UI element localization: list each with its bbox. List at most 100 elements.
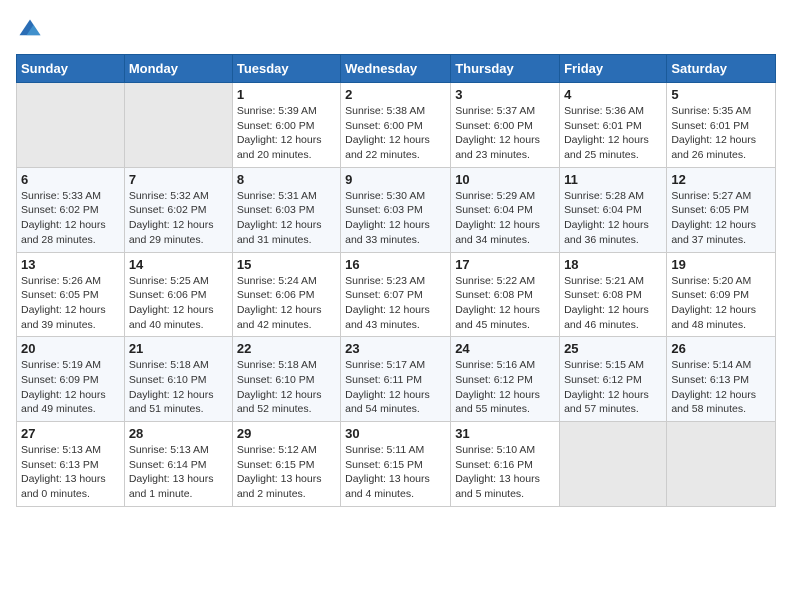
day-number: 6 [21, 172, 120, 187]
calendar-week-row: 13Sunrise: 5:26 AMSunset: 6:05 PMDayligh… [17, 252, 776, 337]
page-header [16, 16, 776, 44]
day-number: 19 [671, 257, 771, 272]
day-number: 31 [455, 426, 555, 441]
calendar-day-cell: 31 Sunrise: 5:10 AMSunset: 6:16 PMDayligh… [451, 422, 560, 507]
day-info: Sunrise: 5:13 AMSunset: 6:13 PMDaylight:… [21, 443, 120, 502]
day-number: 29 [237, 426, 336, 441]
calendar-header: SundayMondayTuesdayWednesdayThursdayFrid… [17, 55, 776, 83]
day-info: Sunrise: 5:23 AMSunset: 6:07 PMDaylight:… [345, 274, 446, 333]
day-number: 9 [345, 172, 446, 187]
day-number: 13 [21, 257, 120, 272]
day-number: 27 [21, 426, 120, 441]
day-info: Sunrise: 5:32 AMSunset: 6:02 PMDaylight:… [129, 189, 228, 248]
calendar-day-cell: 15 Sunrise: 5:24 AMSunset: 6:06 PMDayligh… [232, 252, 340, 337]
day-info: Sunrise: 5:14 AMSunset: 6:13 PMDaylight:… [671, 358, 771, 417]
calendar-day-cell: 24 Sunrise: 5:16 AMSunset: 6:12 PMDayligh… [451, 337, 560, 422]
day-number: 20 [21, 341, 120, 356]
day-number: 23 [345, 341, 446, 356]
day-info: Sunrise: 5:24 AMSunset: 6:06 PMDaylight:… [237, 274, 336, 333]
day-info: Sunrise: 5:25 AMSunset: 6:06 PMDaylight:… [129, 274, 228, 333]
day-info: Sunrise: 5:30 AMSunset: 6:03 PMDaylight:… [345, 189, 446, 248]
day-info: Sunrise: 5:10 AMSunset: 6:16 PMDaylight:… [455, 443, 555, 502]
calendar-week-row: 27 Sunrise: 5:13 AMSunset: 6:13 PMDayligh… [17, 422, 776, 507]
calendar-day-cell: 26Sunrise: 5:14 AMSunset: 6:13 PMDayligh… [667, 337, 776, 422]
calendar-week-row: 1 Sunrise: 5:39 AMSunset: 6:00 PMDaylight… [17, 83, 776, 168]
calendar-day-cell: 6Sunrise: 5:33 AMSunset: 6:02 PMDaylight… [17, 167, 125, 252]
calendar-day-cell: 7 Sunrise: 5:32 AMSunset: 6:02 PMDaylight… [124, 167, 232, 252]
calendar-day-cell [124, 83, 232, 168]
day-number: 7 [129, 172, 228, 187]
day-info: Sunrise: 5:18 AMSunset: 6:10 PMDaylight:… [237, 358, 336, 417]
weekday-header-row: SundayMondayTuesdayWednesdayThursdayFrid… [17, 55, 776, 83]
day-info: Sunrise: 5:20 AMSunset: 6:09 PMDaylight:… [671, 274, 771, 333]
day-info: Sunrise: 5:38 AMSunset: 6:00 PMDaylight:… [345, 104, 446, 163]
weekday-header-thursday: Thursday [451, 55, 560, 83]
weekday-header-wednesday: Wednesday [341, 55, 451, 83]
calendar-day-cell: 29 Sunrise: 5:12 AMSunset: 6:15 PMDayligh… [232, 422, 340, 507]
day-info: Sunrise: 5:18 AMSunset: 6:10 PMDaylight:… [129, 358, 228, 417]
day-info: Sunrise: 5:12 AMSunset: 6:15 PMDaylight:… [237, 443, 336, 502]
day-number: 16 [345, 257, 446, 272]
calendar-day-cell: 1 Sunrise: 5:39 AMSunset: 6:00 PMDaylight… [232, 83, 340, 168]
calendar-day-cell: 9 Sunrise: 5:30 AMSunset: 6:03 PMDaylight… [341, 167, 451, 252]
calendar-day-cell [667, 422, 776, 507]
weekday-header-monday: Monday [124, 55, 232, 83]
calendar-day-cell: 13Sunrise: 5:26 AMSunset: 6:05 PMDayligh… [17, 252, 125, 337]
day-number: 5 [671, 87, 771, 102]
day-number: 10 [455, 172, 555, 187]
calendar-day-cell: 30Sunrise: 5:11 AMSunset: 6:15 PMDayligh… [341, 422, 451, 507]
calendar-table: SundayMondayTuesdayWednesdayThursdayFrid… [16, 54, 776, 507]
day-info: Sunrise: 5:16 AMSunset: 6:12 PMDaylight:… [455, 358, 555, 417]
calendar-week-row: 6Sunrise: 5:33 AMSunset: 6:02 PMDaylight… [17, 167, 776, 252]
day-info: Sunrise: 5:11 AMSunset: 6:15 PMDaylight:… [345, 443, 446, 502]
day-number: 15 [237, 257, 336, 272]
day-info: Sunrise: 5:29 AMSunset: 6:04 PMDaylight:… [455, 189, 555, 248]
calendar-day-cell: 20 Sunrise: 5:19 AMSunset: 6:09 PMDayligh… [17, 337, 125, 422]
day-number: 8 [237, 172, 336, 187]
day-info: Sunrise: 5:36 AMSunset: 6:01 PMDaylight:… [564, 104, 662, 163]
weekday-header-friday: Friday [560, 55, 667, 83]
calendar-day-cell: 2Sunrise: 5:38 AMSunset: 6:00 PMDaylight… [341, 83, 451, 168]
calendar-day-cell: 10 Sunrise: 5:29 AMSunset: 6:04 PMDayligh… [451, 167, 560, 252]
day-number: 4 [564, 87, 662, 102]
logo-icon [16, 16, 44, 44]
weekday-header-saturday: Saturday [667, 55, 776, 83]
calendar-day-cell: 23 Sunrise: 5:17 AMSunset: 6:11 PMDayligh… [341, 337, 451, 422]
day-info: Sunrise: 5:13 AMSunset: 6:14 PMDaylight:… [129, 443, 228, 502]
calendar-day-cell [17, 83, 125, 168]
day-number: 17 [455, 257, 555, 272]
calendar-day-cell: 27 Sunrise: 5:13 AMSunset: 6:13 PMDayligh… [17, 422, 125, 507]
calendar-day-cell: 25 Sunrise: 5:15 AMSunset: 6:12 PMDayligh… [560, 337, 667, 422]
day-number: 24 [455, 341, 555, 356]
day-info: Sunrise: 5:15 AMSunset: 6:12 PMDaylight:… [564, 358, 662, 417]
day-info: Sunrise: 5:39 AMSunset: 6:00 PMDaylight:… [237, 104, 336, 163]
calendar-day-cell: 5Sunrise: 5:35 AMSunset: 6:01 PMDaylight… [667, 83, 776, 168]
calendar-day-cell: 16 Sunrise: 5:23 AMSunset: 6:07 PMDayligh… [341, 252, 451, 337]
day-number: 22 [237, 341, 336, 356]
calendar-day-cell: 18Sunrise: 5:21 AMSunset: 6:08 PMDayligh… [560, 252, 667, 337]
day-info: Sunrise: 5:17 AMSunset: 6:11 PMDaylight:… [345, 358, 446, 417]
day-number: 12 [671, 172, 771, 187]
day-info: Sunrise: 5:22 AMSunset: 6:08 PMDaylight:… [455, 274, 555, 333]
day-info: Sunrise: 5:19 AMSunset: 6:09 PMDaylight:… [21, 358, 120, 417]
day-info: Sunrise: 5:37 AMSunset: 6:00 PMDaylight:… [455, 104, 555, 163]
calendar-week-row: 20 Sunrise: 5:19 AMSunset: 6:09 PMDayligh… [17, 337, 776, 422]
day-info: Sunrise: 5:31 AMSunset: 6:03 PMDaylight:… [237, 189, 336, 248]
day-number: 14 [129, 257, 228, 272]
calendar-day-cell: 11Sunrise: 5:28 AMSunset: 6:04 PMDayligh… [560, 167, 667, 252]
calendar-day-cell: 17 Sunrise: 5:22 AMSunset: 6:08 PMDayligh… [451, 252, 560, 337]
day-number: 1 [237, 87, 336, 102]
calendar-day-cell: 8 Sunrise: 5:31 AMSunset: 6:03 PMDaylight… [232, 167, 340, 252]
weekday-header-sunday: Sunday [17, 55, 125, 83]
day-info: Sunrise: 5:27 AMSunset: 6:05 PMDaylight:… [671, 189, 771, 248]
day-number: 25 [564, 341, 662, 356]
day-number: 21 [129, 341, 228, 356]
day-number: 11 [564, 172, 662, 187]
calendar-day-cell: 19 Sunrise: 5:20 AMSunset: 6:09 PMDayligh… [667, 252, 776, 337]
calendar-day-cell: 21 Sunrise: 5:18 AMSunset: 6:10 PMDayligh… [124, 337, 232, 422]
day-number: 28 [129, 426, 228, 441]
calendar-day-cell: 22 Sunrise: 5:18 AMSunset: 6:10 PMDayligh… [232, 337, 340, 422]
day-number: 18 [564, 257, 662, 272]
day-number: 3 [455, 87, 555, 102]
calendar-body: 1 Sunrise: 5:39 AMSunset: 6:00 PMDaylight… [17, 83, 776, 507]
